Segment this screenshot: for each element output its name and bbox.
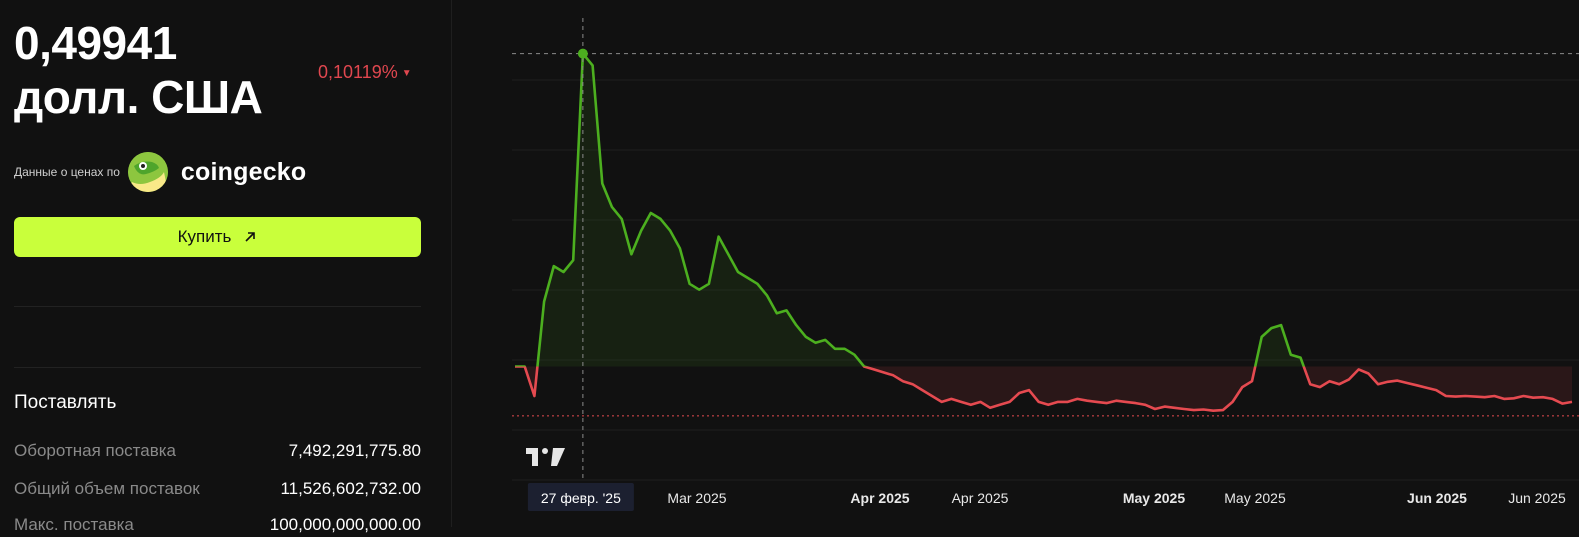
external-link-icon xyxy=(243,230,257,244)
supply-row-circulating: Оборотная поставка 7,492,291,775.80 xyxy=(14,439,421,463)
x-tick-label: May 2025 xyxy=(1123,490,1185,506)
supply-row-value: 11,526,602,732.00 xyxy=(280,479,421,498)
current-price: 0,49941 долл. США xyxy=(14,16,314,124)
divider xyxy=(14,367,421,368)
supply-row-label: Оборотная поставка xyxy=(14,441,177,460)
price-change-value: 0,10119% xyxy=(318,62,398,82)
supply-row-label: Общий объем поставок xyxy=(14,479,200,498)
price-chart-svg[interactable]: 27 февр. '25 Mar 2025 Apr 2025 Apr 2025 May … xyxy=(452,0,1579,527)
coingecko-brand[interactable]: coingecko xyxy=(181,158,306,187)
coingecko-logo-icon[interactable] xyxy=(127,152,168,192)
supply-row-total: Общий объем поставок 11,526,602,732.00 xyxy=(14,477,421,501)
crosshair-point xyxy=(577,48,588,59)
price-data-credit: Данные о ценах по coingecko xyxy=(14,150,306,194)
token-info-panel: 0,49941 долл. США 0,10119% ▼ Данные о цен… xyxy=(0,0,452,534)
buy-button[interactable]: Купить xyxy=(14,217,421,257)
x-tick-label: Jun 2025 xyxy=(1508,490,1566,506)
x-tick-label: May 2025 xyxy=(1224,490,1286,506)
price-chart[interactable]: 27 февр. '25 Mar 2025 Apr 2025 Apr 2025 May … xyxy=(452,0,1579,527)
x-tick-label: Apr 2025 xyxy=(850,490,909,506)
down-arrow-icon: ▼ xyxy=(401,67,412,79)
x-tick-label: Mar 2025 xyxy=(667,490,726,506)
x-tick-label: Jun 2025 xyxy=(1407,490,1467,506)
credit-prefix: Данные о ценах по xyxy=(14,165,120,179)
price-currency: долл. США xyxy=(14,71,263,123)
price-change: 0,10119% ▼ xyxy=(318,62,412,83)
x-tick-label: Apr 2025 xyxy=(952,490,1009,506)
supply-row-max: Макс. поставка 100,000,000,000.00 xyxy=(14,513,421,537)
crosshair-date-label: 27 февр. '25 xyxy=(541,490,621,506)
supply-row-label: Макс. поставка xyxy=(14,515,134,534)
price-value: 0,49941 xyxy=(14,17,177,69)
divider xyxy=(14,306,421,307)
tradingview-logo-icon[interactable] xyxy=(526,448,565,466)
supply-title: Поставлять xyxy=(14,392,117,413)
area-above-baseline xyxy=(537,53,1304,367)
buy-button-label: Купить xyxy=(177,227,232,246)
supply-row-value: 100,000,000,000.00 xyxy=(269,515,421,534)
supply-row-value: 7,492,291,775.80 xyxy=(288,441,421,460)
